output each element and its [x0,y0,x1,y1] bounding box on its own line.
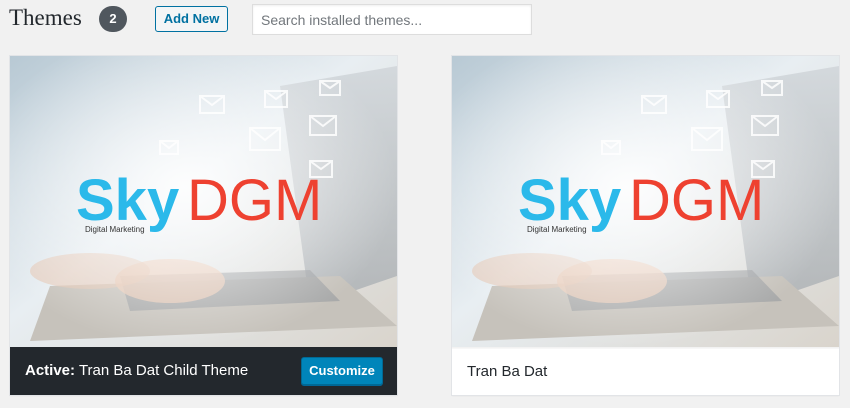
logo-dgm-text: DGM [187,168,322,233]
logo-tagline: Digital Marketing [85,225,145,234]
logo-sky-text: Sky [76,168,179,233]
theme-screenshot-image: Sky DGM Digital Marketing [10,56,397,347]
page-header: Themes 2 Add New [0,0,850,40]
logo-dgm-text: DGM [629,168,764,233]
theme-card[interactable]: Sky DGM Digital Marketing Tran Ba Dat [451,55,840,396]
theme-screenshot-image: Sky DGM Digital Marketing [452,56,839,347]
theme-name-text: Tran Ba Dat Child Theme [78,362,249,379]
logo-tagline: Digital Marketing [527,225,587,234]
customize-button[interactable]: Customize [301,357,383,385]
theme-actions-bar: Active: Tran Ba Dat Child Theme Customiz… [10,347,397,395]
logo-sky-text: Sky [518,168,621,233]
theme-actions-bar: Tran Ba Dat [452,347,839,395]
active-label: Active: [25,362,76,379]
page-title: Themes [9,5,82,30]
theme-name: Active: Tran Ba Dat Child Theme [25,362,248,379]
theme-screenshot[interactable]: Sky DGM Digital Marketing [10,56,397,347]
search-themes-input[interactable] [252,4,532,35]
theme-screenshot[interactable]: Sky DGM Digital Marketing [452,56,839,347]
theme-name-text: Tran Ba Dat [467,363,548,380]
theme-card-active[interactable]: Sky DGM Digital Marketing Active: Tran B… [9,55,398,396]
add-new-button[interactable]: Add New [155,6,228,32]
theme-count-badge: 2 [99,6,127,32]
